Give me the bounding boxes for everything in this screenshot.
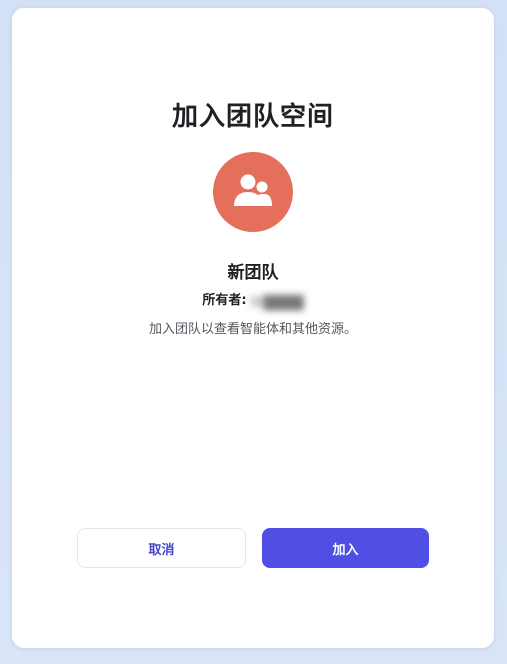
team-avatar: [213, 152, 293, 232]
owner-name: 阿████: [250, 295, 304, 311]
join-button[interactable]: 加入: [262, 528, 429, 568]
dialog-description: 加入团队以查看智能体和其他资源。: [148, 322, 357, 337]
cancel-button[interactable]: 取消: [77, 528, 246, 568]
join-team-dialog: 加入团队空间 新团队 所有者: 阿████ 加入团队以查看智能体和其他资源。 取…: [12, 8, 494, 648]
owner-label: 所有者:: [202, 293, 247, 308]
owner-row: 所有者: 阿████: [12, 289, 494, 311]
team-name: 新团队: [227, 263, 279, 283]
dialog-title: 加入团队空间: [171, 102, 334, 132]
team-users-icon: [234, 174, 272, 206]
